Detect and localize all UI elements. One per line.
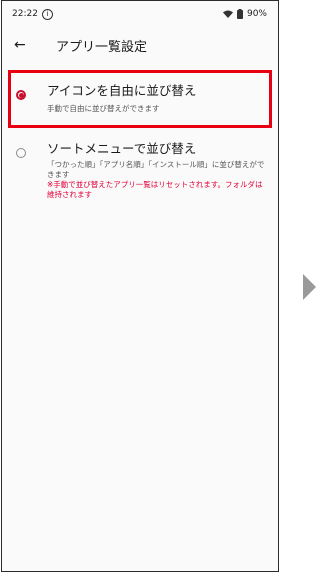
back-arrow-icon[interactable]: ← (14, 37, 36, 53)
status-left: 22:22 i (12, 8, 53, 20)
wifi-icon (222, 10, 233, 18)
highlight-frame (8, 70, 272, 128)
page-title: アプリ一覧設定 (56, 39, 148, 55)
next-arrow-icon (303, 274, 316, 300)
option-text: ソートメニューで並び替え 「つかった順」「アプリ名順」「インストール順」に並び替… (47, 141, 278, 200)
option-sort-menu[interactable]: ソートメニューで並び替え 「つかった順」「アプリ名順」「インストール順」に並び替… (2, 141, 278, 200)
app-bar: ← アプリ一覧設定 (2, 27, 278, 63)
status-time: 22:22 (12, 9, 38, 19)
radio-unselected[interactable] (16, 148, 26, 158)
battery-icon (236, 9, 243, 19)
phone-screen: 22:22 i 90% ← アプリ一覧設定 アイコンを自由に並び替え 手動で自由… (1, 0, 279, 572)
status-right: 90% (222, 9, 267, 19)
option-title: ソートメニューで並び替え (47, 141, 197, 156)
option-subtitle: 「つかった順」「アプリ名順」「インストール順」に並び替えができます (47, 160, 265, 179)
status-bar: 22:22 i 90% (2, 1, 278, 27)
option-warning: ※手動で並び替えたアプリ一覧はリセットされます。フォルダは維持されます (47, 180, 263, 199)
info-icon: i (41, 8, 53, 20)
battery-level: 90% (246, 9, 267, 19)
